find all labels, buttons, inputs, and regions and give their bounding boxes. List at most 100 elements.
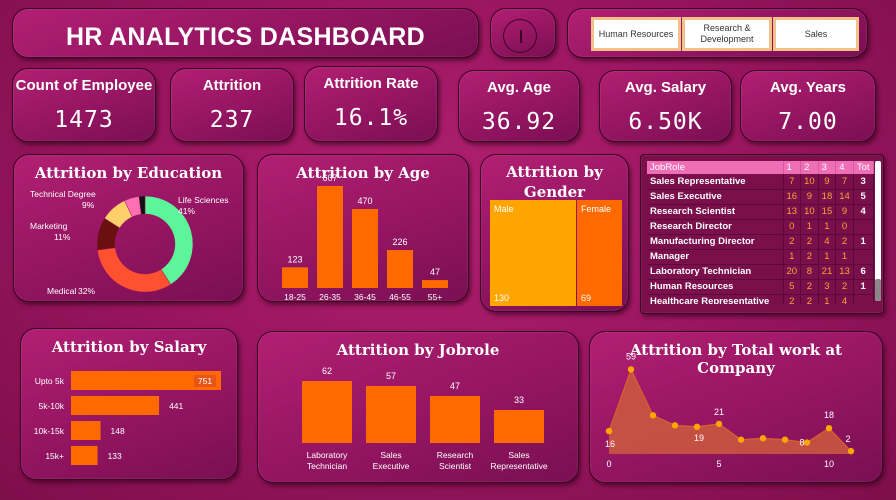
title-card: HR ANALYTICS DASHBOARD (12, 8, 479, 58)
kpi-label: Avg. Years (770, 79, 846, 96)
matrix-header-jobrole[interactable]: JobRole (647, 161, 784, 174)
table-cell: 13 (783, 204, 802, 220)
table-cell: 2 (800, 234, 819, 250)
education-label-marketing: Marketing (30, 221, 68, 231)
matrix-header-4[interactable]: 4 (835, 161, 854, 174)
work-tick-label: 0 (606, 459, 611, 469)
table-cell: 4 (818, 234, 837, 250)
jobrole-tick-label: Research (437, 450, 474, 460)
work-point-label: 16 (605, 439, 615, 449)
kpi-label: Count of Employee (15, 77, 153, 94)
kpi-avg-years: Avg. Years 7.00 (740, 70, 876, 142)
kpi-attrition-rate: Attrition Rate 16.1% (304, 66, 438, 142)
age-bar-value: 226 (392, 237, 407, 247)
table-row-label: Laboratory Technician (647, 264, 784, 280)
table-cell: 8 (800, 264, 819, 280)
work-point (825, 425, 833, 432)
education-label-life-sciences: Life Sciences (178, 195, 229, 205)
matrix-header-tot[interactable]: Tot (853, 161, 874, 174)
kpi-value: 1473 (54, 107, 114, 133)
work-area-chart: 16 59 19 21 8 18 2 0 5 10 (605, 351, 855, 469)
table-row: Human Resources 5 2 3 2 1 (647, 279, 874, 295)
age-bar-46-55 (387, 250, 413, 288)
age-bar-26-35 (317, 186, 343, 288)
jobrole-bar-sales-executive (366, 386, 416, 443)
table-cell: 2 (835, 279, 854, 295)
age-tick-label: 46-55 (389, 292, 411, 302)
jobrole-bar-laboratory-technician (302, 381, 352, 443)
table-cell: 2 (835, 234, 854, 250)
matrix-scrollbar[interactable] (875, 161, 881, 301)
table-cell: 16 (783, 189, 802, 205)
age-bar-value: 123 (287, 254, 302, 264)
work-point (693, 423, 701, 430)
table-row: Sales Executive 16 9 18 14 5 (647, 189, 874, 205)
table-row-label: Human Resources (647, 279, 784, 295)
table-cell: 1 (818, 294, 837, 304)
kpi-value: 6.50K (628, 109, 703, 135)
table-cell: 20 (783, 264, 802, 280)
kpi-value: 7.00 (778, 109, 838, 135)
salary-bar-5k-10k (71, 396, 160, 415)
jobrole-tick-label: Executive (373, 461, 410, 471)
gender-cell-label: Male (494, 204, 514, 214)
work-point (803, 439, 811, 446)
table-cell (853, 249, 874, 265)
table-row: Research Director 0 1 1 0 (647, 219, 874, 235)
slicer-option-research-development[interactable]: Research & Development (682, 17, 772, 51)
table-cell: 7 (783, 174, 802, 190)
table-cell: 6 (853, 264, 874, 280)
work-point (605, 427, 613, 435)
slicer-option-human-resources[interactable]: Human Resources (591, 17, 681, 51)
table-cell: 10 (800, 204, 819, 220)
table-cell: 9 (818, 174, 837, 190)
age-tick-label: 36-45 (354, 292, 376, 302)
jobrole-bar-value: 33 (514, 395, 524, 405)
jobrole-tick-label: Laboratory (307, 450, 348, 460)
matrix-header-3[interactable]: 3 (818, 161, 837, 174)
salary-bar-chart: Upto 5k 751 5k-10k 441 10k-15k 148 15k+ 133 (34, 371, 221, 465)
kpi-count-of-employee: Count of Employee 1473 (12, 68, 156, 142)
table-row-label: Manager (647, 249, 784, 265)
matrix-header-2[interactable]: 2 (800, 161, 819, 174)
work-point-label: 59 (626, 351, 636, 361)
gender-cell-female[interactable]: Female 69 (577, 200, 622, 306)
education-label-medical: Medical (47, 286, 76, 296)
salary-bar-value: 148 (111, 426, 125, 436)
table-cell: 3 (853, 174, 874, 190)
table-row-label: Research Director (647, 219, 784, 235)
work-point-label: 19 (694, 433, 704, 443)
table-cell: 0 (783, 219, 802, 235)
age-bar-36-45 (352, 209, 378, 288)
kpi-label: Avg. Salary (624, 79, 707, 96)
education-pct-technical-degree: 9% (82, 200, 95, 210)
age-bar-18-25 (282, 267, 308, 288)
table-cell: 14 (835, 189, 854, 205)
info-icon[interactable] (503, 19, 537, 53)
table-cell: 2 (783, 234, 802, 250)
jobrole-bar-value: 57 (386, 371, 396, 381)
matrix-header-1[interactable]: 1 (783, 161, 802, 174)
table-cell: 2 (800, 294, 819, 304)
table-cell (853, 294, 874, 304)
gender-cell-value: 130 (494, 293, 510, 303)
gender-treemap: Male 130 Female 69 (490, 200, 622, 306)
age-tick-label: 55+ (428, 292, 442, 302)
gender-cell-male[interactable]: Male 130 (490, 200, 576, 306)
table-cell: 3 (818, 279, 837, 295)
work-point-label: 21 (714, 407, 724, 417)
jobrole-tick-label: Representative (490, 461, 547, 471)
table-row: Healthcare Representative 2 2 1 4 (647, 294, 874, 304)
jobrole-tick-label: Sales (508, 450, 529, 460)
age-tick-label: 18-25 (284, 292, 306, 302)
scrollbar-thumb[interactable] (875, 279, 881, 301)
slicer-option-sales[interactable]: Sales (773, 17, 859, 51)
work-chart-card: Attrition by Total work at Company 16 59 1… (589, 331, 883, 483)
table-cell: 5 (783, 279, 802, 295)
table-cell: 2 (783, 294, 802, 304)
age-bar-55 (422, 280, 448, 288)
age-tick-label: 26-35 (319, 292, 341, 302)
jobrole-bar-value: 47 (450, 381, 460, 391)
page-title: HR ANALYTICS DASHBOARD (66, 23, 425, 51)
work-point (847, 447, 855, 455)
